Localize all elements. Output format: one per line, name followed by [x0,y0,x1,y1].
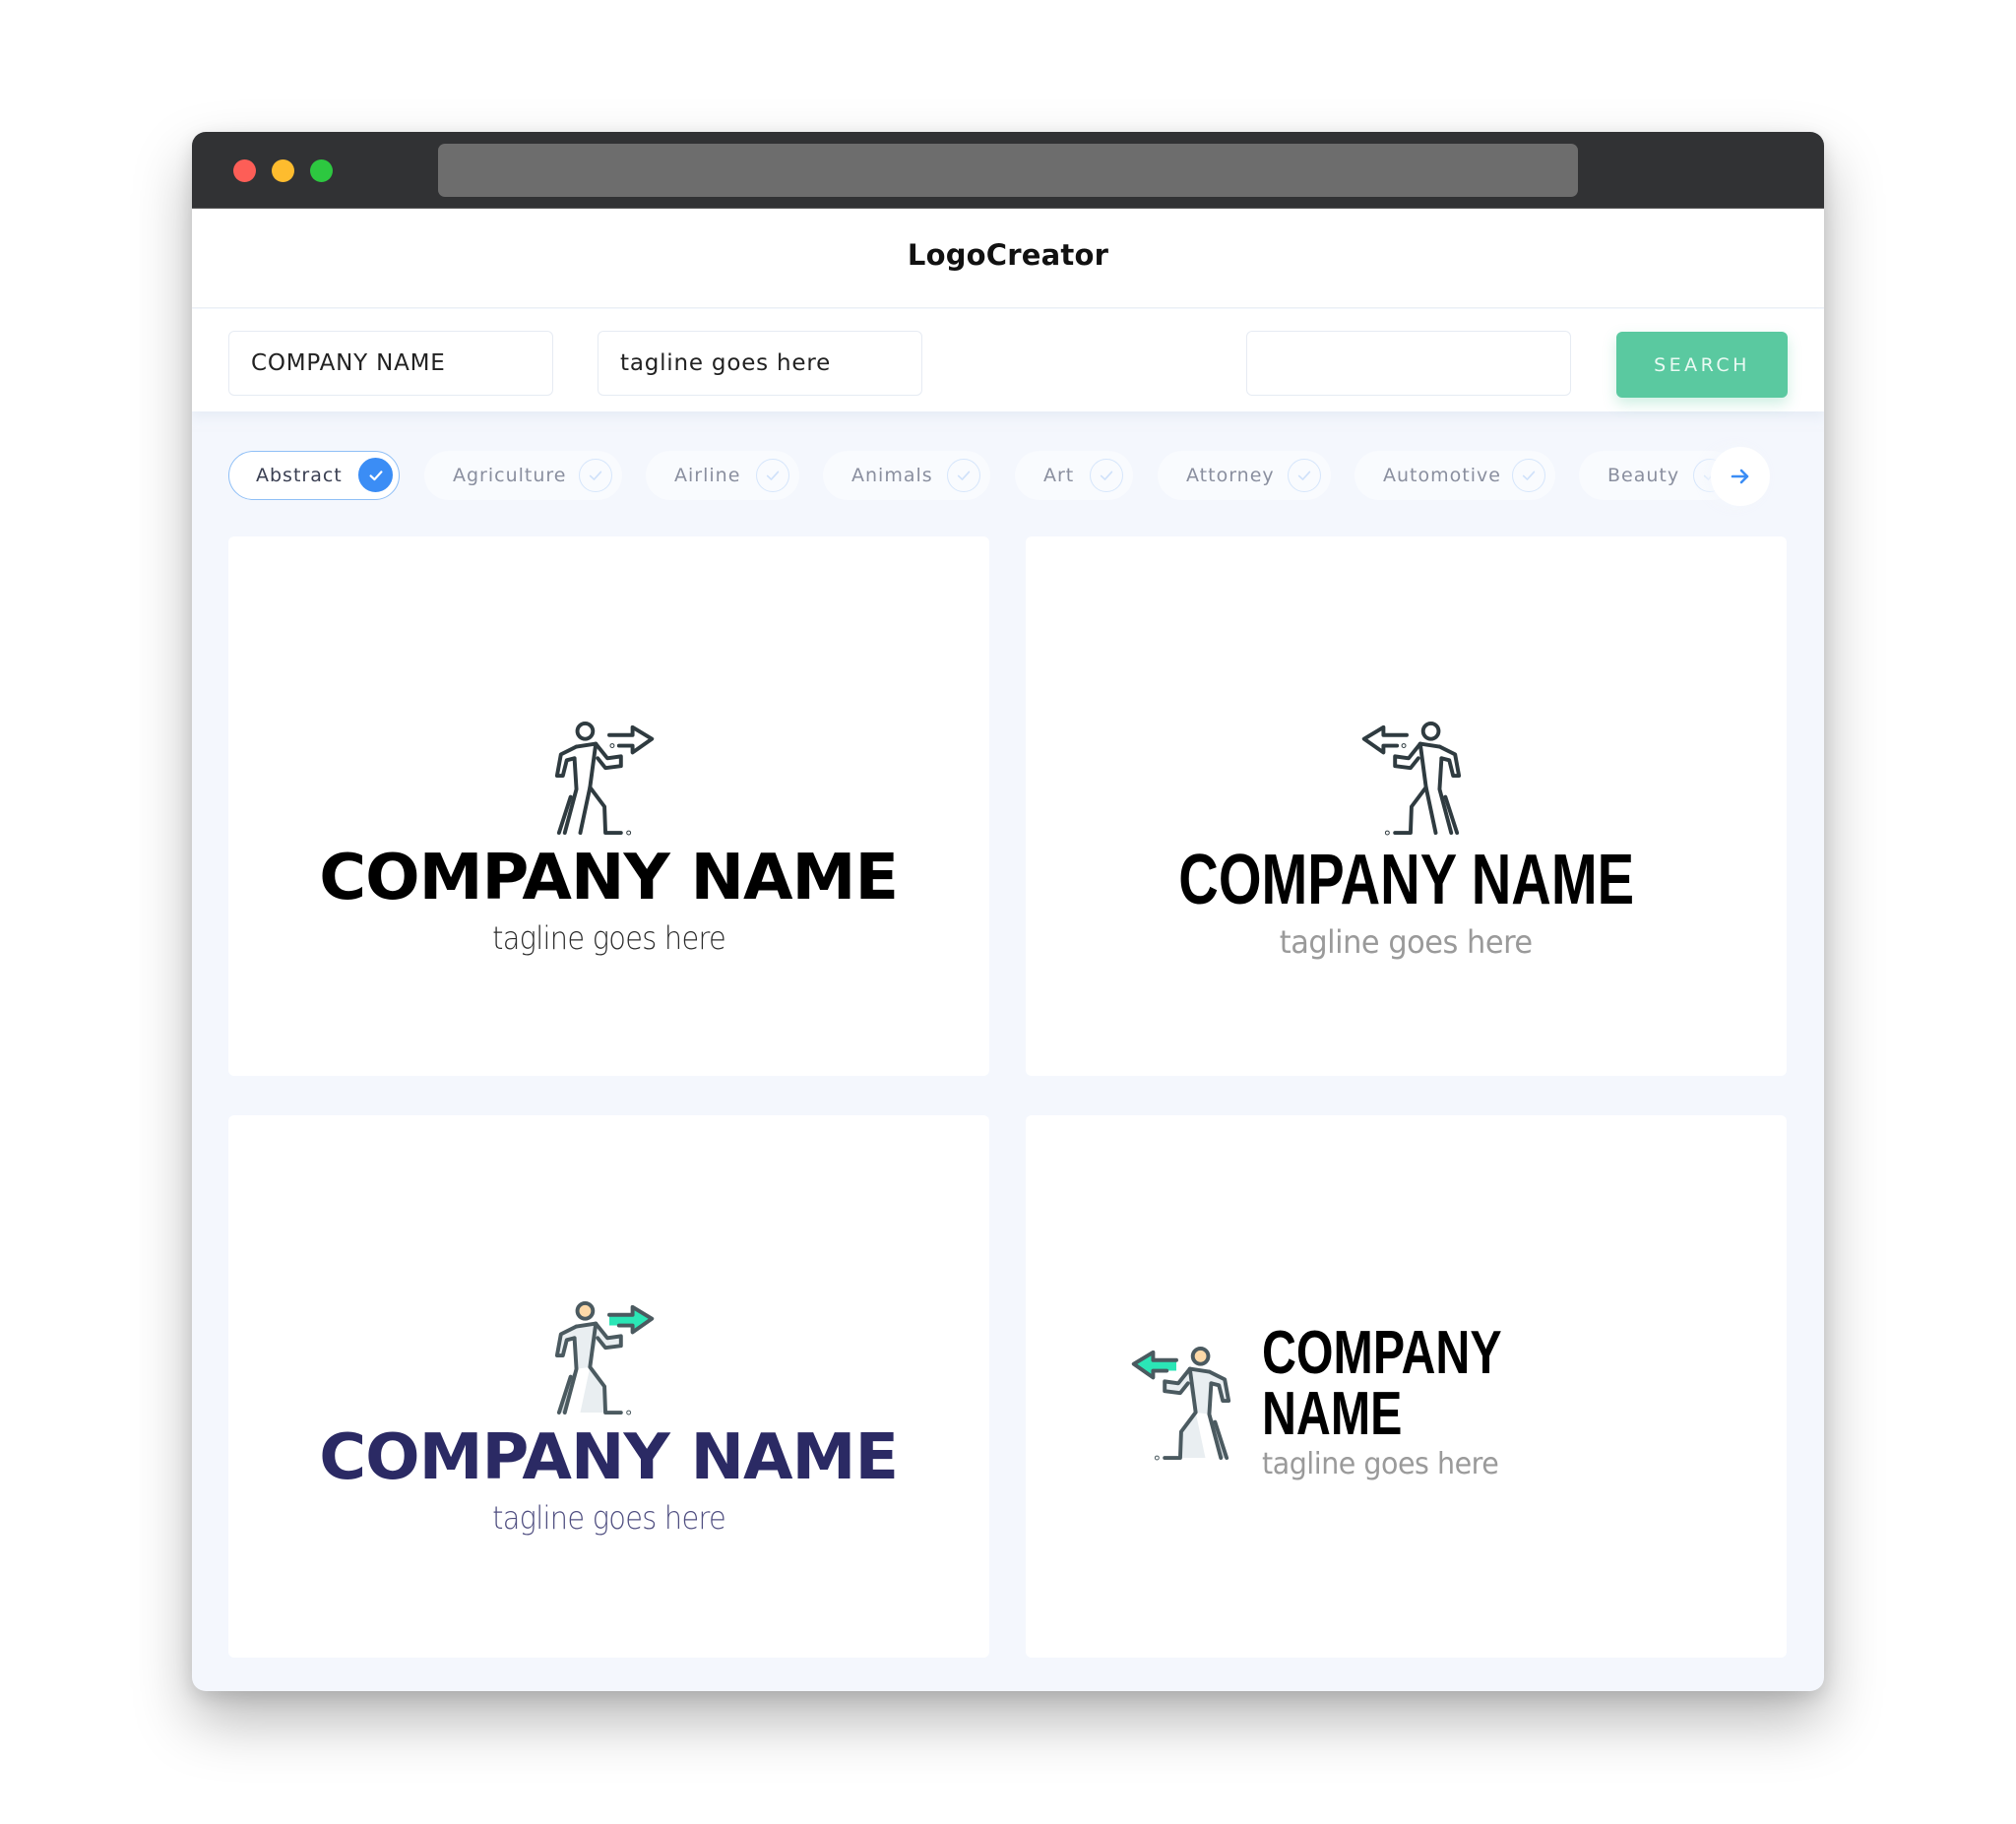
next-categories-button[interactable] [1711,447,1770,506]
close-window-button[interactable] [233,159,256,182]
browser-window: LogoCreator SEARCH Abstract Agriculture … [192,132,1824,1691]
walking-person-arrow-right-icon [554,721,654,836]
search-button[interactable]: SEARCH [1616,332,1788,398]
category-chip-label: Beauty [1607,465,1680,486]
company-name-text: COMPANY NAME [1178,841,1634,919]
walking-person-arrow-right-color-icon [554,1300,654,1415]
maximize-window-button[interactable] [310,159,333,182]
logo-card[interactable]: COMPANY NAME tagline goes here [1026,536,1787,1076]
category-chip-agriculture[interactable]: Agriculture [424,451,622,500]
company-name-text: COMPANY NAME [1261,1319,1501,1448]
check-icon [756,459,789,492]
category-chip-attorney[interactable]: Attorney [1158,451,1331,500]
category-chip-label: Animals [851,465,933,486]
logo-card[interactable]: COMPANY NAME tagline goes here [228,1115,989,1658]
tagline-text: tagline goes here [1280,923,1533,961]
category-chip-label: Attorney [1186,465,1275,486]
company-name-input[interactable] [228,331,553,396]
tagline-input[interactable] [598,331,922,396]
category-chip-art[interactable]: Art [1015,451,1133,500]
logo-card[interactable]: COMPANY NAME tagline goes here [228,536,989,1076]
app-title: LogoCreator [907,238,1109,272]
title-bar [192,132,1824,209]
check-icon [1512,459,1545,492]
category-chip-airline[interactable]: Airline [646,451,799,500]
company-name-text: COMPANY NAME [319,1421,900,1494]
check-icon [358,458,393,492]
keyword-input[interactable] [1246,331,1571,396]
tagline-text: tagline goes here [492,919,726,957]
category-chip-label: Agriculture [453,465,567,486]
category-chip-label: Airline [674,465,741,486]
category-filter-bar: Abstract Agriculture Airline Animals Art… [192,437,1824,516]
address-bar[interactable] [438,144,1578,197]
app-header: LogoCreator [192,209,1824,308]
category-chip-label: Abstract [256,465,343,486]
company-name-text: COMPANY NAME [319,842,900,914]
walking-person-arrow-left-color-icon [1131,1346,1230,1461]
check-icon [1288,459,1321,492]
category-chip-label: Art [1043,465,1075,486]
search-bar: SEARCH [192,309,1824,411]
category-chip-label: Automotive [1383,465,1501,486]
check-icon [579,459,612,492]
category-chip-abstract[interactable]: Abstract [228,451,400,500]
walking-person-arrow-left-icon [1361,721,1461,836]
tagline-text: tagline goes here [1261,1447,1499,1481]
arrow-right-icon [1731,469,1749,484]
check-icon [947,459,980,492]
logo-card[interactable]: COMPANY NAME tagline goes here [1026,1115,1787,1658]
category-chip-animals[interactable]: Animals [823,451,990,500]
tagline-text: tagline goes here [492,1499,726,1537]
check-icon [1090,459,1123,492]
minimize-window-button[interactable] [272,159,294,182]
category-chip-automotive[interactable]: Automotive [1354,451,1555,500]
